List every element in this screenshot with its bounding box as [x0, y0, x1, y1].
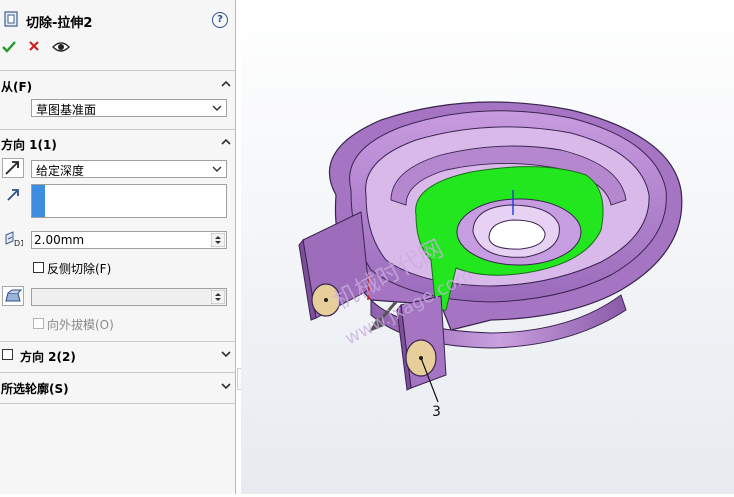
chevron-down-icon: [212, 166, 222, 172]
chevron-up-icon[interactable]: [220, 78, 232, 90]
direction2-checkbox[interactable]: [2, 349, 13, 360]
section-selected-contours-title: 所选轮廓(S): [1, 382, 69, 396]
help-icon[interactable]: ?: [212, 12, 228, 28]
depth-value: 2.00mm: [34, 233, 85, 247]
property-manager-panel: 切除-拉伸2 ? 从(F) 草图基准面 方向 1(1) 给定深度 D1 2.00…: [0, 0, 236, 494]
depth-dimension-icon: D1: [5, 231, 23, 247]
end-condition-dropdown[interactable]: 给定深度: [31, 160, 227, 178]
direction-reference-selection-box[interactable]: [31, 184, 227, 218]
end-condition-value: 给定深度: [36, 164, 85, 178]
cut-extrude-feature-icon: [4, 11, 18, 27]
draft-angle-spin-input[interactable]: [31, 288, 227, 306]
chevron-down-icon[interactable]: [220, 348, 232, 360]
section-from-title: 从(F): [1, 80, 33, 94]
section-direction1-header[interactable]: 方向 1(1): [0, 135, 236, 153]
chevron-up-icon[interactable]: [220, 136, 232, 148]
spin-buttons-icon[interactable]: [211, 233, 225, 247]
depth-spin-input[interactable]: 2.00mm: [31, 231, 227, 249]
draft-outward-checkbox[interactable]: [33, 318, 44, 329]
section-direction2-title: 方向 2(2): [20, 350, 76, 364]
feature-title: 切除-拉伸2: [26, 16, 93, 31]
reverse-direction-button[interactable]: [2, 158, 24, 178]
draft-outward-label: 向外拔模(O): [47, 318, 114, 332]
section-from-header[interactable]: 从(F): [0, 77, 236, 95]
divider: [0, 372, 236, 373]
graphics-viewport[interactable]: 3 机械时代网 www.jxage.com: [241, 0, 734, 494]
spin-buttons-icon[interactable]: [211, 290, 225, 304]
callout-label: 3: [432, 404, 441, 420]
cancel-x-icon[interactable]: [28, 40, 40, 52]
draft-toggle-button[interactable]: [2, 286, 24, 306]
start-condition-dropdown[interactable]: 草图基准面: [31, 99, 227, 117]
reverse-direction-icon: [5, 161, 19, 175]
divider: [0, 70, 236, 71]
extrude-direction-icon: [7, 189, 19, 201]
ok-check-icon[interactable]: [2, 40, 16, 54]
divider: [0, 129, 236, 130]
section-direction1-title: 方向 1(1): [1, 138, 57, 152]
divider: [0, 341, 236, 342]
section-selected-contours-header[interactable]: 所选轮廓(S): [0, 379, 236, 397]
draft-icon: [5, 289, 23, 302]
preview-eye-icon[interactable]: [52, 41, 70, 53]
model-view[interactable]: 3 机械时代网 www.jxage.com: [241, 0, 734, 494]
start-condition-value: 草图基准面: [36, 103, 97, 117]
selection-focus-indicator: [32, 185, 45, 217]
flip-side-checkbox[interactable]: [33, 262, 44, 273]
section-direction2-header[interactable]: 方向 2(2): [0, 347, 236, 365]
divider: [0, 403, 236, 404]
chevron-down-icon[interactable]: [220, 380, 232, 392]
flip-side-label: 反侧切除(F): [47, 262, 112, 276]
action-buttons: [0, 38, 236, 60]
svg-text:D1: D1: [14, 239, 23, 247]
feature-title-row: 切除-拉伸2 ?: [0, 8, 236, 32]
chevron-down-icon: [212, 105, 222, 111]
